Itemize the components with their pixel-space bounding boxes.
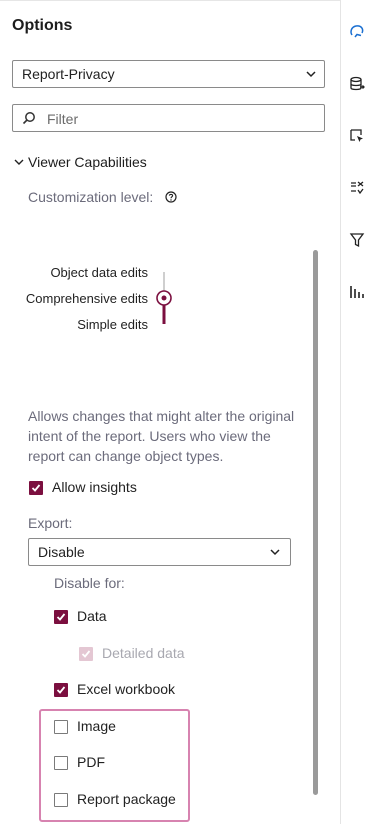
checkmark-icon [56,686,66,694]
export-pdf-checkbox[interactable] [54,756,68,770]
help-icon[interactable] [165,191,177,203]
panel-scrollbar[interactable] [313,250,318,795]
export-excel-workbook-checkbox[interactable] [54,683,68,697]
filter-field[interactable] [12,104,325,132]
actions-icon[interactable] [349,128,365,144]
rules-icon[interactable] [349,180,365,196]
checkmark-icon [56,613,66,621]
disable-for-label: Disable for: [54,575,125,591]
checkmark-icon [31,484,41,492]
object-select[interactable]: Report-Privacy [12,60,325,88]
customization-slider[interactable] [154,268,174,326]
export-data-label[interactable]: Data [77,608,107,624]
filter-icon[interactable] [349,232,365,248]
viewer-capabilities-toggle[interactable]: Viewer Capabilities [14,154,147,170]
customization-level-label: Customization level: [28,189,154,205]
right-icon-rail [340,0,371,824]
ranks-icon[interactable] [349,284,365,300]
options-icon[interactable] [349,24,365,40]
export-select[interactable]: Disable [28,538,291,566]
export-excel-workbook-label[interactable]: Excel workbook [77,681,175,697]
checkmark-icon [81,650,91,658]
export-image-checkbox[interactable] [54,720,68,734]
filter-input[interactable] [47,109,307,129]
export-report-package-label[interactable]: Report package [77,791,176,807]
export-pdf-label[interactable]: PDF [77,754,105,770]
chevron-down-icon [270,549,280,556]
data-icon[interactable] [349,76,365,92]
object-select-value: Report-Privacy [22,66,115,82]
allow-insights-checkbox[interactable] [29,481,43,495]
export-select-value: Disable [38,544,85,560]
export-detailed-data-checkbox [79,647,93,661]
allow-insights-label[interactable]: Allow insights [52,479,137,495]
export-data-checkbox[interactable] [54,610,68,624]
chevron-down-icon [306,71,316,78]
export-detailed-data-label: Detailed data [102,645,185,661]
export-label: Export: [28,515,73,531]
chevron-down-icon [14,159,24,165]
level-description: Allows changes that might alter the orig… [28,408,295,464]
panel-title: Options [12,17,73,34]
export-report-package-checkbox[interactable] [54,793,68,807]
section-title: Viewer Capabilities [28,154,147,170]
export-image-label[interactable]: Image [77,718,116,734]
options-panel: Options Report-Privacy Viewer Capabiliti… [0,0,340,824]
level-option-object-data-edits[interactable]: Object data edits [30,265,148,280]
level-option-simple-edits[interactable]: Simple edits [30,317,148,332]
level-option-comprehensive-edits[interactable]: Comprehensive edits [10,291,148,306]
search-icon [22,112,35,125]
